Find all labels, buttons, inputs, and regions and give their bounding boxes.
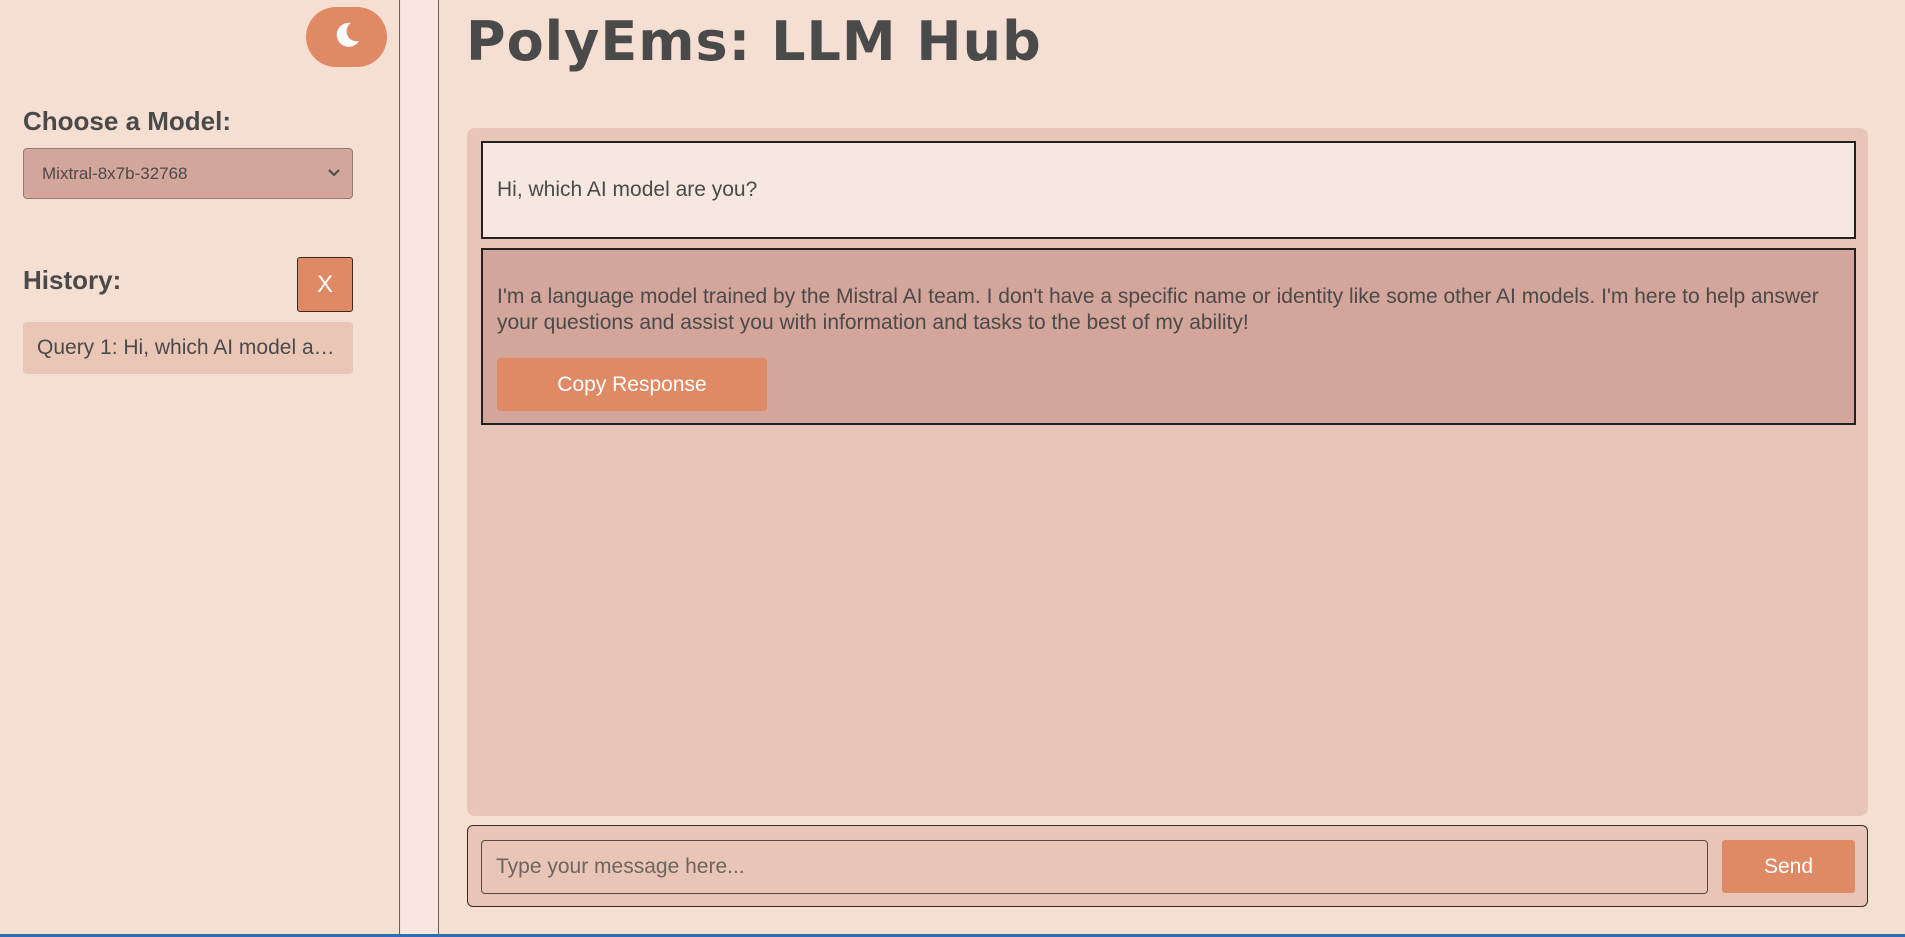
assistant-message: I'm a language model trained by the Mist… <box>481 248 1856 425</box>
page-title: PolyEms: LLM Hub <box>466 10 1042 73</box>
history-heading: History: <box>23 265 122 295</box>
chat-panel: Hi, which AI model are you? I'm a langua… <box>467 128 1868 816</box>
copy-response-button[interactable]: Copy Response <box>497 358 767 411</box>
assistant-message-text: I'm a language model trained by the Mist… <box>497 285 1819 334</box>
message-input[interactable] <box>481 840 1708 894</box>
model-heading: Choose a Model: <box>23 106 232 136</box>
composer: Send <box>467 825 1868 907</box>
chevron-down-icon <box>326 164 342 185</box>
send-button[interactable]: Send <box>1722 840 1855 893</box>
model-select[interactable]: Mixtral-8x7b-32768 <box>23 148 353 199</box>
history-item[interactable]: Query 1: Hi, which AI model are you? <box>23 322 353 374</box>
theme-toggle-button[interactable] <box>306 7 387 67</box>
moon-icon <box>332 20 362 55</box>
user-message-text: Hi, which AI model are you? <box>497 178 758 201</box>
user-message: Hi, which AI model are you? <box>481 141 1856 239</box>
sidebar: Choose a Model: Mixtral-8x7b-32768 Histo… <box>0 0 400 934</box>
clear-history-button[interactable]: X <box>297 257 353 312</box>
sidebar-divider <box>401 0 439 934</box>
history-item-label: Query 1: Hi, which AI model are you? <box>37 336 339 359</box>
model-select-value: Mixtral-8x7b-32768 <box>42 163 188 183</box>
